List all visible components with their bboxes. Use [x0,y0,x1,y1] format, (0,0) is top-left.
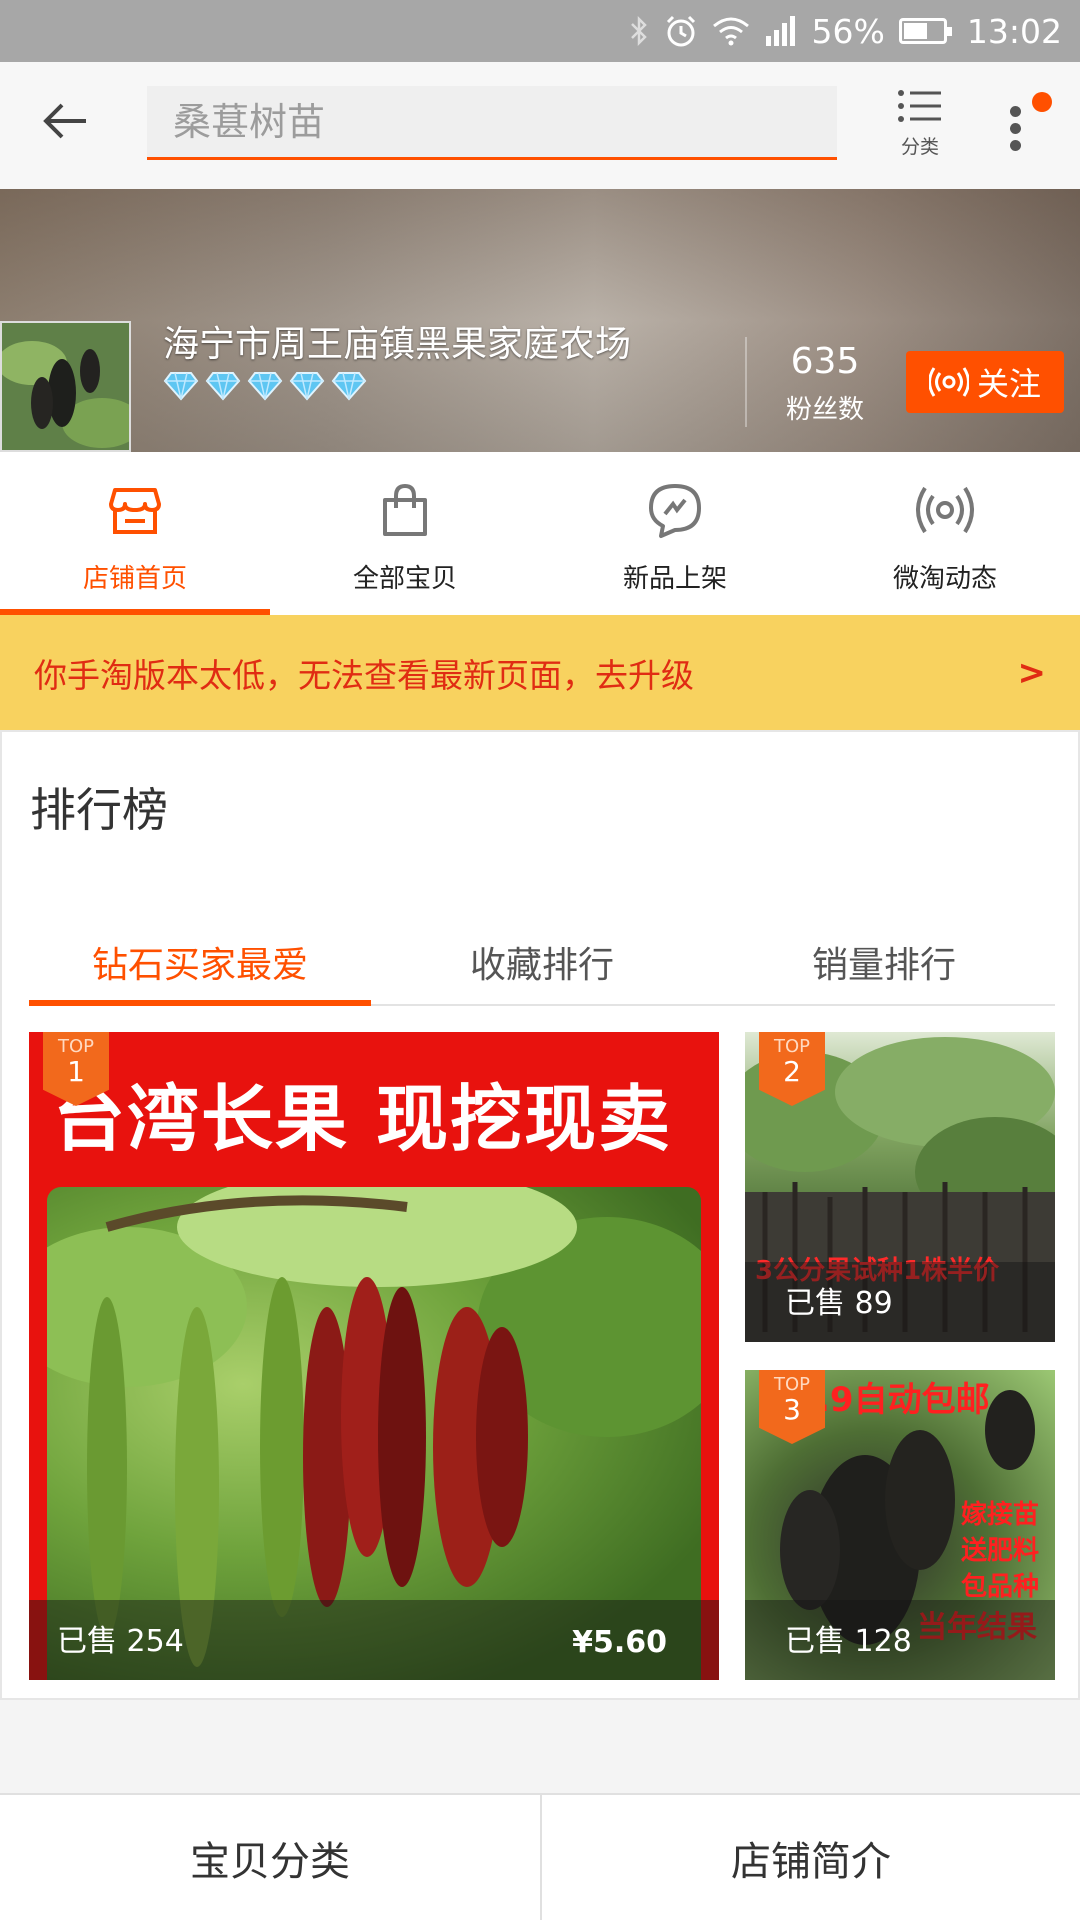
shop-rating [163,371,367,401]
search-input[interactable] [147,86,837,157]
alarm-icon [666,15,695,47]
tab-label: 店铺首页 [82,564,187,594]
battery-icon [898,18,952,44]
clock: 13:02 [966,11,1062,51]
tab-label: 新品上架 [622,564,727,594]
wifi-icon [712,17,749,46]
search-box[interactable] [147,86,837,160]
more-dots-icon [1010,106,1021,117]
bluetooth-icon [630,15,647,47]
ranking-tab-sales[interactable]: 销量排行 [713,892,1055,1004]
diamond-icon [247,372,283,401]
battery-percent: 56% [811,11,885,51]
diamond-icon [289,372,325,401]
diamond-icon [331,372,367,401]
ranking-tab-favorites[interactable]: 收藏排行 [371,892,713,1004]
divider [745,337,747,427]
shop-intro-button[interactable]: 店铺简介 [540,1795,1080,1920]
product-image-headline: 台湾长果 现挖现卖 [53,1077,673,1161]
item-categories-button[interactable]: 宝贝分类 [0,1795,540,1920]
shop-logo[interactable] [0,321,131,452]
sold-count: 已售 89 [785,1286,893,1321]
diamond-icon [205,372,241,401]
notice-text: 你手淘版本太低，无法查看最新页面，去升级 [34,656,694,695]
shop-tabs: 店铺首页 全部宝贝 新品上架 微淘动态 [0,452,1080,615]
list-icon [898,90,941,122]
ranking-section: 排行榜 钻石买家最爱 收藏排行 销量排行 台湾长果 现挖现卖 TOP 1 已售 … [0,730,1080,1700]
shop-name[interactable]: 海宁市周王庙镇黑果家庭农场 [163,315,631,367]
follow-button[interactable]: 关注 [906,351,1064,413]
bottom-bar: 宝贝分类 店铺简介 [0,1793,1080,1920]
ranking-tab-diamond[interactable]: 钻石买家最爱 [29,892,371,1006]
category-label: 分类 [900,136,939,158]
category-button[interactable]: 分类 [880,88,960,170]
tab-shop-home[interactable]: 店铺首页 [0,452,270,615]
diamond-icon [163,372,199,401]
ranking-tabs: 钻石买家最爱 收藏排行 销量排行 [29,892,1055,1006]
sold-count: 已售 128 [785,1624,912,1659]
product-card-top1[interactable]: 台湾长果 现挖现卖 TOP 1 已售 254 ¥5.60 [29,1032,719,1680]
product-card-top3[interactable]: .9自动包邮 嫁接苗 送肥料 包品种 当年结果 TOP 3 已售 128 [745,1370,1055,1680]
shop-icon [109,488,161,534]
broadcast-icon [928,367,969,397]
broadcast-icon [916,486,974,534]
tab-label: 微淘动态 [892,564,997,594]
chat-bolt-icon [649,484,701,538]
back-button[interactable] [40,96,110,156]
back-arrow-icon [43,103,86,139]
ranking-title: 排行榜 [30,783,168,837]
price: ¥5.60 [572,1625,667,1660]
product-image-text: .9自动包邮 [817,1380,990,1420]
fans-label: 粉丝数 [785,395,864,425]
tab-all-items[interactable]: 全部宝贝 [270,452,540,615]
bag-icon [383,483,427,536]
top-nav: 分类 [0,62,1080,189]
sold-count: 已售 254 [57,1624,184,1659]
more-menu-button[interactable] [998,92,1058,162]
tab-label: 全部宝贝 [352,564,457,594]
tab-weitao-feed[interactable]: 微淘动态 [810,452,1080,615]
status-bar: 56% 13:02 [0,0,1080,62]
signal-icon [765,16,795,46]
follow-label: 关注 [976,365,1041,403]
product-card-top2[interactable]: 3公分果试种1株半价 TOP 2 已售 89 [745,1032,1055,1342]
tab-new-arrivals[interactable]: 新品上架 [540,452,810,615]
shop-banner: 海宁市周王庙镇黑果家庭农场 635 粉丝数 关注 [0,189,1080,452]
notification-badge [1032,92,1052,112]
fans-count: 635 [790,341,860,382]
chevron-right-icon: > [1017,653,1047,693]
upgrade-notice[interactable]: 你手淘版本太低，无法查看最新页面，去升级 > [0,615,1080,730]
